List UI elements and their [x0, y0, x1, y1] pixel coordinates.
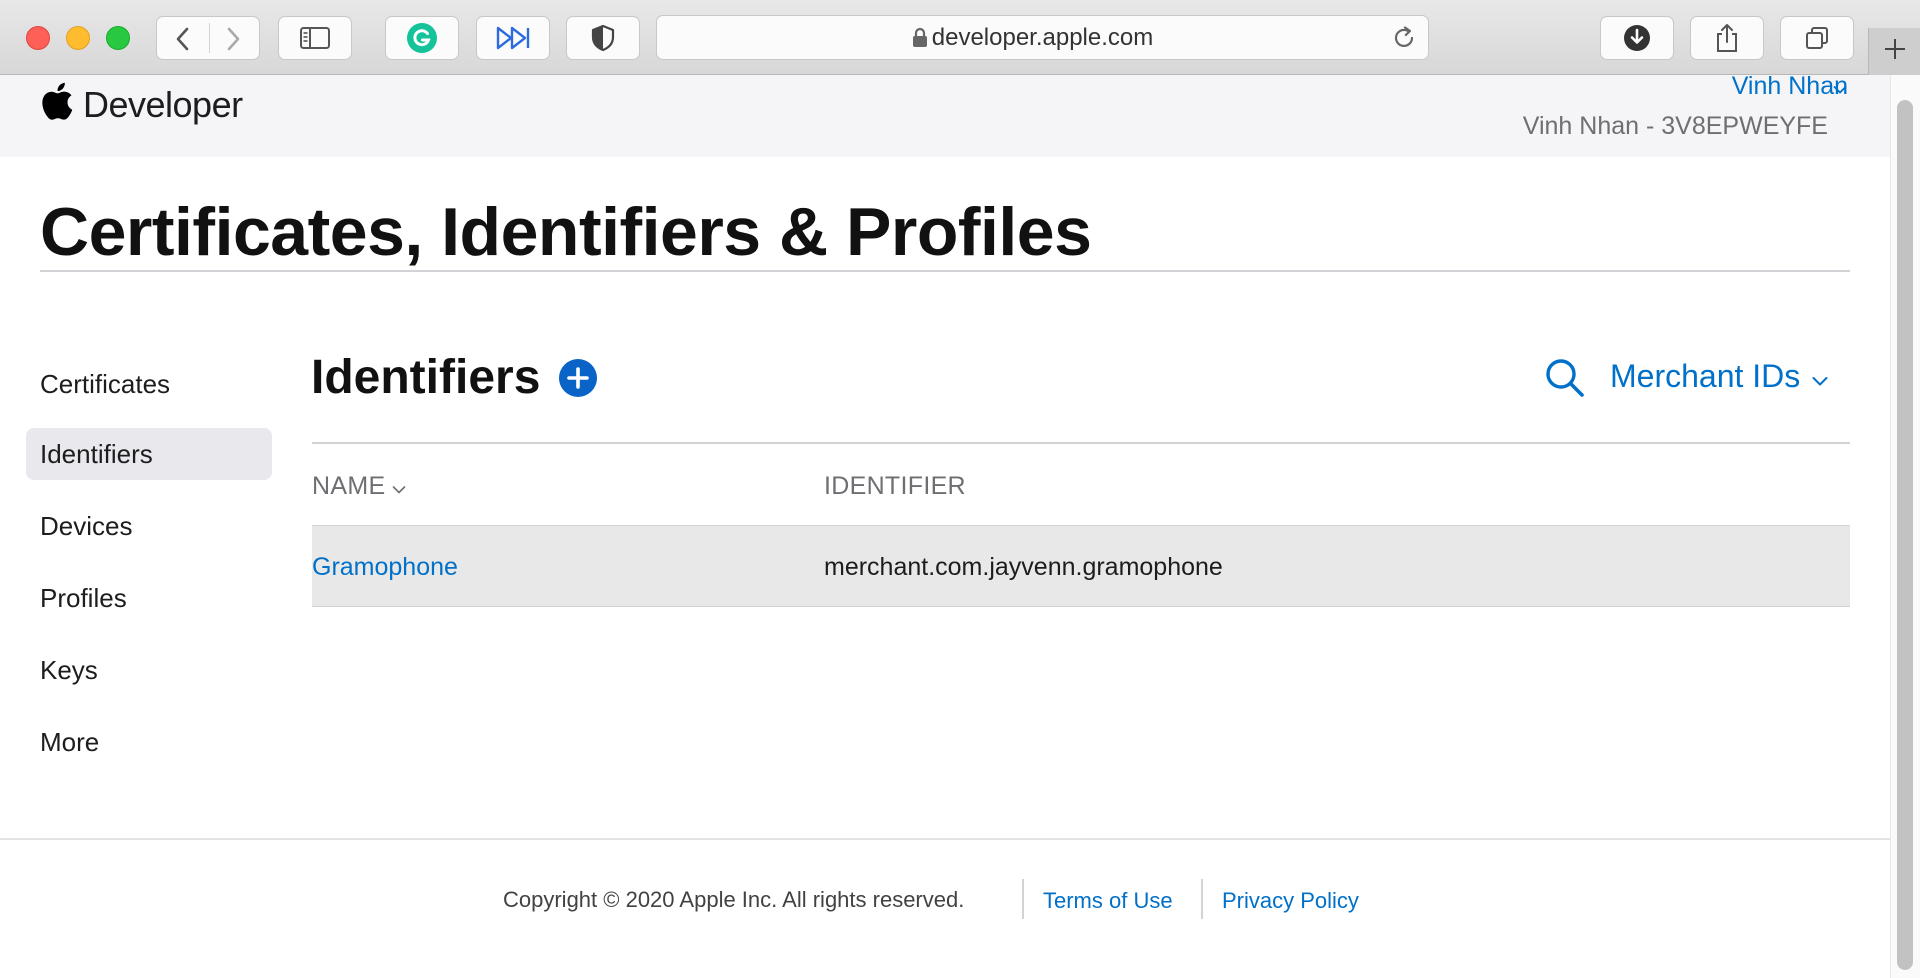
grammarly-extension-button[interactable] — [385, 16, 459, 60]
sidebar-item-certificates[interactable]: Certificates — [26, 358, 272, 410]
downloads-button[interactable] — [1600, 16, 1674, 60]
new-tab-button[interactable] — [1868, 28, 1920, 75]
developer-brand[interactable]: Developer — [83, 84, 243, 126]
share-button[interactable] — [1690, 16, 1764, 60]
forward-icon[interactable] — [223, 27, 243, 51]
footer-divider — [0, 838, 1890, 840]
show-tabs-button[interactable] — [1780, 16, 1854, 60]
download-icon — [1622, 23, 1652, 53]
section-title: Identifiers — [311, 351, 541, 404]
shield-icon — [590, 24, 616, 52]
identifier-name-link[interactable]: Gramophone — [312, 553, 458, 582]
scrollbar-thumb[interactable] — [1897, 100, 1913, 970]
back-icon[interactable] — [173, 27, 193, 51]
share-icon — [1714, 22, 1740, 54]
skip-extension-button[interactable] — [476, 16, 550, 60]
grammarly-icon — [406, 22, 438, 54]
chevron-down-icon[interactable] — [1812, 374, 1828, 392]
column-header-name[interactable]: NAME — [312, 472, 385, 501]
terms-of-use-link[interactable]: Terms of Use — [1043, 888, 1173, 914]
sidebar-item-profiles[interactable]: Profiles — [26, 572, 272, 624]
sidebar-item-identifiers[interactable]: Identifiers — [26, 428, 272, 480]
sidebar-toggle-button[interactable] — [278, 16, 352, 60]
search-icon[interactable] — [1544, 357, 1586, 404]
sidebar-item-devices[interactable]: Devices — [26, 500, 272, 552]
page-title: Certificates, Identifiers & Profiles — [40, 194, 1092, 270]
reload-icon[interactable] — [1390, 24, 1418, 57]
lock-icon — [912, 27, 928, 53]
browser-toolbar: developer.apple.com — [0, 0, 1920, 75]
zoom-window-button[interactable] — [106, 26, 130, 50]
footer-separator — [1022, 879, 1024, 919]
fast-forward-icon — [495, 25, 531, 51]
address-bar[interactable]: developer.apple.com — [656, 15, 1429, 60]
privacy-policy-link[interactable]: Privacy Policy — [1222, 888, 1359, 914]
identifier-type-filter[interactable]: Merchant IDs — [1610, 358, 1800, 395]
sidebar-icon — [299, 26, 331, 50]
tabs-icon — [1804, 25, 1830, 51]
team-name: Vinh Nhan - 3V8EPWEYFE — [1522, 112, 1828, 140]
url-text: developer.apple.com — [931, 24, 1154, 51]
table-divider — [312, 442, 1850, 444]
identifier-value: merchant.com.jayvenn.gramophone — [824, 553, 1223, 581]
column-header-identifier: IDENTIFIER — [824, 472, 966, 500]
chevron-down-icon[interactable] — [392, 482, 406, 500]
close-window-button[interactable] — [26, 26, 50, 50]
sidebar-item-more[interactable]: More — [26, 716, 272, 768]
account-menu[interactable]: Vinh Nhan — [1732, 72, 1848, 101]
plus-icon — [1883, 37, 1907, 66]
chevron-down-icon[interactable] — [1833, 82, 1847, 100]
add-icon[interactable] — [559, 359, 597, 402]
apple-logo-icon[interactable] — [41, 82, 73, 125]
privacy-extension-button[interactable] — [566, 16, 640, 60]
minimize-window-button[interactable] — [66, 26, 90, 50]
footer-separator — [1201, 879, 1203, 919]
copyright-text: Copyright © 2020 Apple Inc. All rights r… — [503, 887, 965, 912]
back-forward-group — [156, 16, 260, 60]
sidebar-item-keys[interactable]: Keys — [26, 644, 272, 696]
title-divider — [40, 270, 1850, 272]
